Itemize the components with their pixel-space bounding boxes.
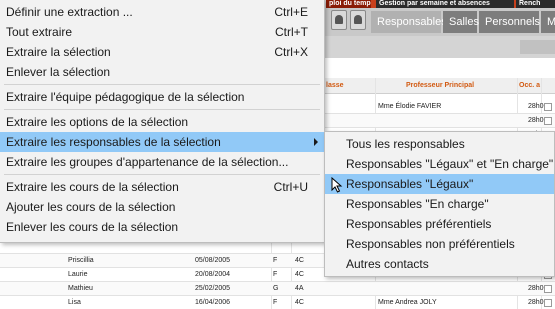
student-name-cell: Priscillia — [68, 257, 94, 264]
menu-item-extraire-selection[interactable]: Extraire la sélection Ctrl+X — [0, 42, 324, 62]
menu-item-label: Extraire les options de la sélection — [6, 115, 189, 129]
row-checkbox[interactable] — [544, 285, 552, 293]
menu-item-extraire-responsables[interactable]: Extraire les responsables de la sélectio… — [0, 132, 324, 152]
student-name-cell: Mathieu — [68, 285, 93, 292]
menu-separator — [4, 109, 320, 110]
menu-item-label: Définir une extraction ... — [6, 5, 133, 19]
menu-item-label: Extraire les groupes d'appartenance de l… — [6, 155, 289, 169]
menu-item-shortcut: Ctrl+U — [273, 180, 308, 194]
tab-salles[interactable]: Salles — [443, 11, 479, 33]
tab-responsables[interactable]: Responsables — [371, 11, 447, 33]
menu-item-label: Extraire l'équipe pédagogique de la séle… — [6, 90, 245, 104]
menu-item-extraire-equipe[interactable]: Extraire l'équipe pédagogique de la séle… — [0, 87, 324, 107]
student-icon[interactable] — [331, 10, 347, 30]
context-menu: Définir une extraction ... Ctrl+E Tout e… — [0, 0, 325, 243]
class-cell: 4C — [295, 299, 304, 306]
menu-item-shortcut: Ctrl+E — [274, 5, 308, 19]
submenu-item-label: Responsables non préférentiels — [346, 237, 515, 251]
row-checkbox[interactable] — [544, 117, 552, 125]
submenu-item-legaux[interactable]: Responsables "Légaux" — [325, 174, 554, 194]
submenu-item-en-charge[interactable]: Responsables "En charge" — [325, 194, 554, 214]
menu-item-label: Extraire les cours de la sélection — [6, 180, 179, 194]
submenu-item-label: Responsables "Légaux" — [346, 177, 474, 191]
student-name-cell: Lisa — [68, 299, 81, 306]
tab-personnels[interactable]: Personnels — [479, 11, 540, 33]
birthdate-cell: 25/02/2005 — [195, 285, 231, 292]
sex-cell: G — [273, 285, 279, 292]
menu-item-label: Ajouter les cours de la sélection — [6, 200, 176, 214]
top-tag-rench[interactable]: Rench — [516, 0, 555, 8]
menu-separator — [4, 174, 320, 175]
menu-item-label: Tout extraire — [6, 25, 73, 39]
sex-cell: F — [273, 257, 278, 264]
column-header-professeur[interactable]: Professeur Principal — [406, 78, 474, 94]
sex-cell: F — [273, 299, 278, 306]
submenu-item-label: Tous les responsables — [346, 137, 465, 151]
menu-item-label: Enlever la sélection — [6, 65, 111, 79]
submenu-item-legaux-en-charge[interactable]: Responsables "Légaux" et "En charge" — [325, 154, 554, 174]
row-checkbox[interactable] — [544, 299, 552, 307]
top-tag-emploi[interactable]: ploi du temps — [326, 0, 371, 8]
menu-item-shortcut: Ctrl+T — [275, 25, 308, 39]
submenu-item-label: Responsables préférentiels — [346, 217, 492, 231]
menu-item-ajouter-cours[interactable]: Ajouter les cours de la sélection — [0, 197, 324, 217]
submenu-item-label: Responsables "En charge" — [346, 197, 489, 211]
class-icon[interactable] — [350, 10, 366, 30]
submenu-arrow-icon — [314, 138, 318, 146]
menu-item-enlever-selection[interactable]: Enlever la sélection — [0, 62, 324, 82]
menu-item-definir-extraction[interactable]: Définir une extraction ... Ctrl+E — [0, 2, 324, 22]
menu-item-extraire-cours[interactable]: Extraire les cours de la sélection Ctrl+… — [0, 177, 324, 197]
menu-item-extraire-options[interactable]: Extraire les options de la sélection — [0, 112, 324, 132]
submenu-item-autres-contacts[interactable]: Autres contacts — [325, 254, 554, 274]
submenu-item-label: Autres contacts — [346, 257, 429, 271]
table-row[interactable]: Mathieu 25/02/2005 G 4A 28h00 — [0, 282, 555, 296]
tab-more[interactable]: M — [541, 11, 555, 33]
row-checkbox[interactable] — [544, 103, 552, 111]
menu-item-enlever-cours[interactable]: Enlever les cours de la sélection — [0, 217, 324, 237]
column-header-classe[interactable]: lasse — [326, 78, 344, 94]
menu-item-label: Extraire la sélection — [6, 45, 111, 59]
menu-item-extraire-groupes[interactable]: Extraire les groupes d'appartenance de l… — [0, 152, 324, 172]
sex-cell: F — [273, 271, 278, 278]
submenu-item-preferentiels[interactable]: Responsables préférentiels — [325, 214, 554, 234]
class-cell: 4C — [295, 257, 304, 264]
table-row[interactable]: Lisa 16/04/2006 F 4C Mme Andrea JOLY 28h00 — [0, 296, 555, 309]
class-cell: 4C — [295, 271, 304, 278]
menu-item-shortcut: Ctrl+X — [274, 45, 308, 59]
professeur-cell: Mme Andrea JOLY — [378, 299, 437, 306]
class-cell: 4A — [295, 285, 304, 292]
submenu-item-tous-responsables[interactable]: Tous les responsables — [325, 134, 554, 154]
professeur-cell: Mme Élodie FAVIER — [378, 103, 442, 110]
top-tag-gestion[interactable]: Gestion par semaine et absences — [376, 0, 514, 8]
column-header-occupation[interactable]: Occ. a — [519, 78, 540, 94]
responsables-submenu: Tous les responsables Responsables "Léga… — [324, 131, 555, 277]
menu-item-label: Enlever les cours de la sélection — [6, 220, 179, 234]
submenu-item-label: Responsables "Légaux" et "En charge" — [346, 157, 554, 171]
birthdate-cell: 20/08/2004 — [195, 271, 231, 278]
menu-item-tout-extraire[interactable]: Tout extraire Ctrl+T — [0, 22, 324, 42]
submenu-item-non-preferentiels[interactable]: Responsables non préférentiels — [325, 234, 554, 254]
birthdate-cell: 16/04/2006 — [195, 299, 231, 306]
menu-item-label: Extraire les responsables de la sélectio… — [6, 135, 221, 149]
student-name-cell: Laurie — [68, 271, 88, 278]
sub-toolbar-button[interactable] — [520, 40, 555, 54]
birthdate-cell: 05/08/2005 — [195, 257, 231, 264]
mouse-pointer-icon — [331, 177, 343, 193]
menu-separator — [4, 84, 320, 85]
